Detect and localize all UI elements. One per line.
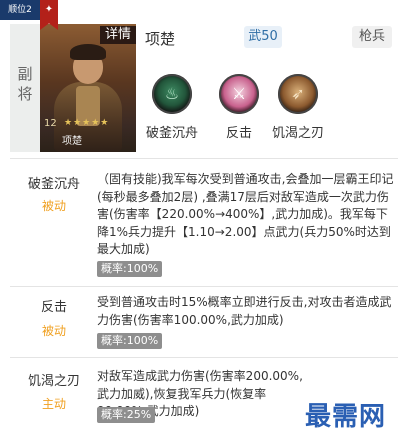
troop-type-tag: 枪兵 [352, 26, 392, 48]
skill-prob-2: 概率:100% [97, 333, 163, 349]
skill-type-2: 被动 [41, 324, 66, 338]
skill-icon-blade[interactable]: ➶ [278, 74, 318, 114]
divider [10, 357, 398, 358]
hero-header: 副将 顺位2 ✦ 详情 12 ★★★★★ 项楚 项楚 武50 枪兵 ♨ 破釜沉舟… [0, 0, 419, 152]
blade-icon: ➶ [291, 84, 305, 103]
skill-desc-1: （固有技能)我军每次受到普通攻击,会叠加一层霸王印记(每秒最多叠加2层) ,叠满… [97, 172, 394, 256]
divider [10, 158, 398, 159]
hero-level: 12 [44, 118, 57, 129]
skill-prob-3: 概率:25% [97, 407, 156, 423]
flag-emblem-icon: ✦ [44, 4, 54, 15]
rank-badge: 顺位2 [0, 0, 40, 20]
attribute-tag: 武50 [244, 26, 282, 48]
skill-desc-2: 受到普通攻击时15%概率立即进行反击,对攻击者造成武力伤害(伤害率100.00%… [97, 295, 392, 327]
skill-type-3: 主动 [41, 397, 66, 411]
star-rating: ★★★★★ [64, 118, 110, 128]
portrait-name: 项楚 [62, 136, 82, 147]
watermark-logo: 最需网 [305, 402, 387, 432]
skill-icon-pot[interactable]: ♨ [152, 74, 192, 114]
skill-icon-counter[interactable]: ⚔ [219, 74, 259, 114]
portrait-hair [70, 44, 106, 60]
skill-prob-1: 概率:100% [97, 261, 163, 277]
skill-name-3: 饥渴之刃 [27, 374, 80, 389]
detail-button[interactable]: 详情 [100, 26, 136, 44]
pot-icon: ♨ [164, 84, 180, 103]
skill-label-2: 反击 [225, 126, 252, 141]
role-label: 副将 [17, 65, 33, 103]
skill-type-1: 被动 [41, 199, 66, 213]
counter-icon: ⚔ [231, 84, 247, 103]
hero-name: 项楚 [145, 30, 176, 48]
skill-name-2: 反击 [40, 300, 67, 315]
divider [10, 286, 398, 287]
skill-name-1: 破釜沉舟 [27, 177, 80, 192]
skill-label-1: 破釜沉舟 [145, 126, 198, 141]
skill-label-3: 饥渴之刃 [271, 126, 324, 141]
